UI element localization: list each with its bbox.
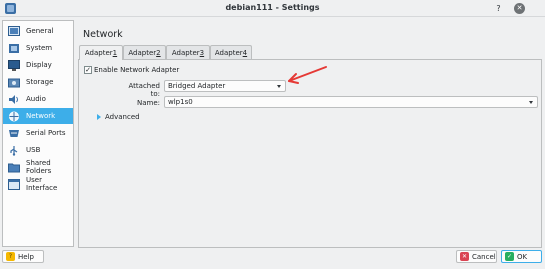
- chevron-down-icon: [529, 101, 533, 104]
- advanced-expander[interactable]: Advanced: [97, 113, 140, 121]
- expand-arrow-icon: [97, 114, 101, 120]
- serial-ports-icon: [7, 127, 20, 139]
- sidebar-item-label: Shared Folders: [26, 159, 52, 175]
- interface-name-select[interactable]: wlp1s0: [164, 96, 538, 108]
- sidebar-item-label: Audio: [26, 95, 46, 103]
- sidebar-item-label: User Interface: [26, 176, 58, 192]
- page-title: Network: [83, 29, 123, 40]
- sidebar-item-system[interactable]: System: [3, 40, 73, 56]
- user-interface-icon: [7, 178, 20, 190]
- chevron-down-icon: [277, 85, 281, 88]
- title-bar: debian111 - Settings ? ✕: [0, 0, 545, 17]
- help-icon[interactable]: ?: [493, 3, 504, 14]
- sidebar-item-network[interactable]: Network: [3, 108, 73, 124]
- close-icon[interactable]: ✕: [514, 3, 525, 14]
- shared-folders-icon: [7, 161, 20, 173]
- sidebar-item-label: General: [26, 27, 54, 35]
- ok-icon: ✓: [505, 252, 514, 261]
- sidebar-item-serial-ports[interactable]: Serial Ports: [3, 125, 73, 141]
- sidebar-item-user-interface[interactable]: User Interface: [3, 176, 73, 192]
- ok-button-label: OK: [517, 252, 528, 261]
- usb-icon: [7, 144, 20, 156]
- system-icon: [7, 42, 20, 54]
- sidebar-item-shared-folders[interactable]: Shared Folders: [3, 159, 73, 175]
- sidebar-item-storage[interactable]: Storage: [3, 74, 73, 90]
- sidebar-item-label: Storage: [26, 78, 54, 86]
- display-icon: [7, 59, 20, 71]
- cancel-button[interactable]: ✕ Cancel: [456, 250, 497, 263]
- help-icon: ?: [6, 252, 15, 261]
- tab-label: Adapter: [171, 48, 200, 57]
- tab-label: Adapter: [214, 48, 243, 57]
- sidebar-item-label: System: [26, 44, 53, 52]
- ok-button[interactable]: ✓ OK: [501, 250, 542, 263]
- cancel-button-label: Cancel: [472, 252, 496, 261]
- attached-to-label: Attached to:: [128, 82, 160, 98]
- help-button[interactable]: ? Help: [2, 250, 44, 263]
- tab-adapter-2[interactable]: Adapter 2: [123, 45, 166, 59]
- name-label: Name:: [136, 99, 160, 107]
- enable-network-adapter-checkbox[interactable]: ✓: [84, 66, 92, 74]
- tab-number: 1: [112, 49, 118, 57]
- tab-adapter-3[interactable]: Adapter 3: [166, 45, 210, 59]
- sidebar-item-label: Network: [26, 112, 56, 120]
- sidebar-item-label: USB: [26, 146, 41, 154]
- audio-icon: [7, 93, 20, 105]
- sidebar-item-usb[interactable]: USB: [3, 142, 73, 158]
- network-icon: [7, 110, 20, 122]
- interface-name-value: wlp1s0: [168, 98, 193, 106]
- tab-number: 3: [199, 48, 205, 57]
- tab-number: 4: [242, 48, 248, 57]
- sidebar-item-label: Display: [26, 61, 52, 69]
- sidebar-item-audio[interactable]: Audio: [3, 91, 73, 107]
- settings-category-list: General System Display Storage Audio Net…: [2, 20, 74, 247]
- enable-network-adapter-label[interactable]: Enable Network Adapter: [94, 66, 179, 74]
- tab-number: 2: [156, 48, 161, 57]
- tab-label: Adapter: [128, 48, 157, 57]
- tab-label: Adapter: [84, 49, 113, 57]
- attached-to-value: Bridged Adapter: [168, 82, 226, 90]
- sidebar-item-display[interactable]: Display: [3, 57, 73, 73]
- annotation-arrow-icon: [288, 66, 327, 84]
- tab-adapter-4[interactable]: Adapter 4: [210, 45, 252, 59]
- general-icon: [7, 25, 20, 37]
- cancel-icon: ✕: [460, 252, 469, 261]
- storage-icon: [7, 76, 20, 88]
- advanced-label: Advanced: [105, 113, 140, 121]
- attached-to-select[interactable]: Bridged Adapter: [164, 80, 286, 92]
- help-button-label: Help: [18, 252, 34, 261]
- tab-adapter-1[interactable]: Adapter 1: [79, 45, 123, 60]
- sidebar-item-general[interactable]: General: [3, 23, 73, 39]
- window-title: debian111 - Settings: [225, 3, 320, 12]
- sidebar-item-label: Serial Ports: [26, 129, 66, 137]
